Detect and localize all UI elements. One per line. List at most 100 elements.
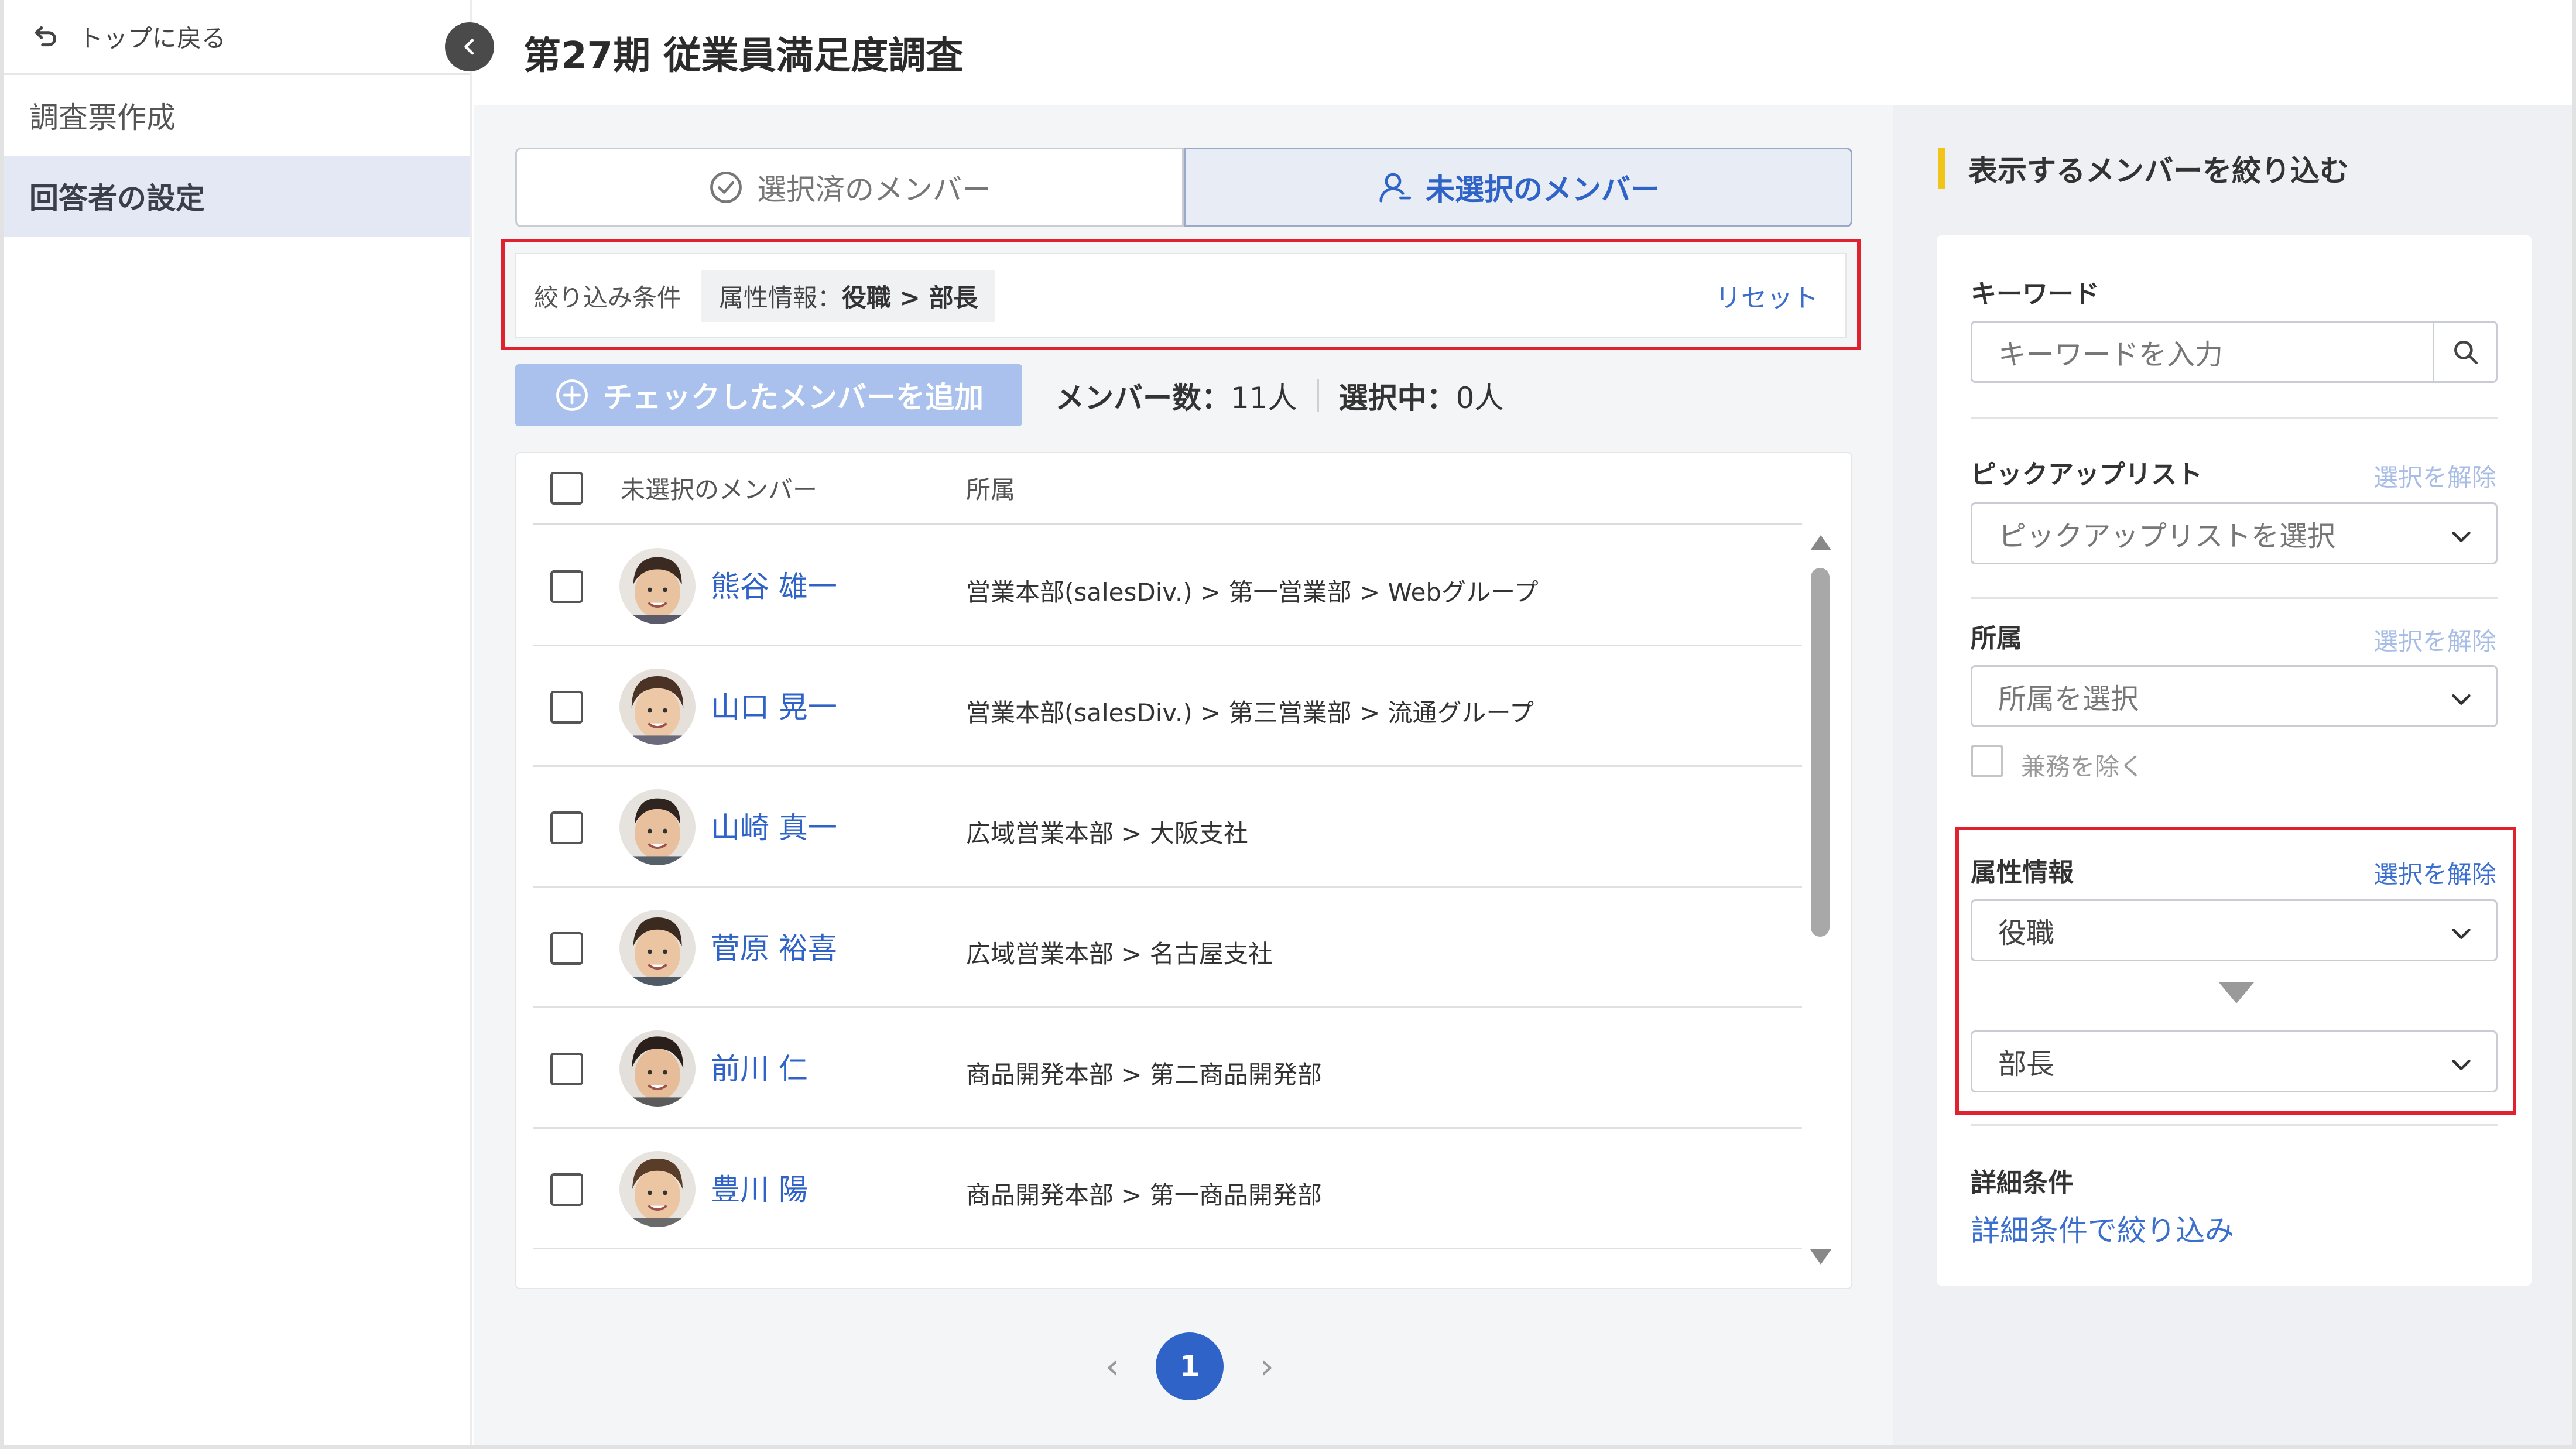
title-accent-bar	[1938, 148, 1945, 189]
member-dept: 商品開発本部 > 第一商品開発部	[966, 1181, 1322, 1210]
tab-selected-members[interactable]: 選択済のメンバー	[515, 148, 1184, 227]
table-row: 前川 仁 商品開発本部 > 第二商品開発部	[533, 1008, 1802, 1129]
sidebar: トップに戻る 調査票作成 回答者の設定	[4, 0, 472, 1445]
affiliation-placeholder: 所属を選択	[1998, 683, 2139, 715]
table-row: 熊谷 雄一 営業本部(salesDiv.) > 第一営業部 > Webグループ	[533, 526, 1802, 646]
exclude-concurrent-label: 兼務を除く	[2021, 752, 2145, 781]
header-name: 未選択のメンバー	[621, 475, 818, 504]
search-button[interactable]	[2433, 323, 2496, 381]
page-1-button[interactable]: 1	[1156, 1332, 1224, 1400]
affiliation-select[interactable]: 所属を選択	[1971, 665, 2498, 727]
attribute-highlight-box	[1955, 827, 2516, 1115]
chevron-down-icon	[2452, 531, 2471, 542]
divider	[1971, 597, 2498, 599]
sidebar-item-label: 回答者の設定	[29, 181, 205, 215]
member-count-label: メンバー数：	[1055, 381, 1231, 415]
picklist-select[interactable]: ピックアップリストを選択	[1971, 502, 2498, 564]
member-table: 未選択のメンバー 所属 熊谷 雄一 営業本部(salesDiv.) > 第一営業…	[515, 452, 1852, 1289]
undo-arrow-icon	[35, 26, 57, 47]
page-title: 第27期 従業員満足度調査	[523, 35, 964, 78]
affiliation-clear-link[interactable]: 選択を解除	[2373, 622, 2496, 657]
avatar	[619, 669, 696, 745]
back-label: トップに戻る	[78, 23, 227, 53]
member-name-link[interactable]: 山口 晃一	[711, 684, 837, 726]
row-checkbox[interactable]	[550, 691, 583, 724]
selected-count-value: 0人	[1455, 381, 1504, 415]
filter-panel: キーワード キーワードを入力 ピックアップリスト 選択を解除 ピックアップリスト…	[1937, 235, 2532, 1286]
avatar	[619, 548, 696, 624]
reset-link[interactable]: リセット	[1715, 277, 1818, 314]
table-header: 未選択のメンバー 所属	[533, 453, 1802, 525]
member-name-link[interactable]: 豊川 陽	[711, 1166, 808, 1208]
divider	[1971, 1124, 2498, 1126]
collapse-sidebar-button[interactable]	[445, 22, 494, 71]
row-checkbox[interactable]	[550, 1053, 583, 1085]
back-to-top-link[interactable]: トップに戻る	[4, 0, 470, 75]
row-checkbox[interactable]	[550, 811, 583, 844]
table-row: 豊川 陽 商品開発本部 > 第一商品開発部	[533, 1129, 1802, 1249]
add-checked-members-button[interactable]: チェックしたメンバーを追加	[515, 364, 1022, 426]
member-name-link[interactable]: 前川 仁	[711, 1046, 808, 1088]
sidebar-item-respondent-settings[interactable]: 回答者の設定	[4, 156, 470, 237]
picklist-placeholder: ピックアップリストを選択	[1998, 520, 2336, 553]
tab-label: 未選択のメンバー	[1426, 173, 1660, 207]
prev-page-button[interactable]: ‹	[1089, 1346, 1136, 1387]
affiliation-label: 所属	[1971, 624, 2022, 653]
divider	[1971, 417, 2498, 419]
avatar	[619, 1030, 696, 1107]
keyword-placeholder: キーワードを入力	[1998, 338, 2224, 371]
keyword-label: キーワード	[1971, 279, 2099, 309]
selected-count-label: 選択中：	[1338, 381, 1456, 415]
member-dept: 広域営業本部 > 大阪支社	[966, 819, 1248, 848]
member-count-value: 11人	[1231, 381, 1297, 415]
scrollbar-thumb[interactable]	[1811, 568, 1830, 937]
scroll-up-arrow[interactable]	[1810, 535, 1831, 550]
filter-conditions-bar: 絞り込み条件 属性情報：役職 > 部長 リセット	[515, 253, 1847, 338]
divider	[1317, 379, 1319, 412]
plus-circle-icon	[556, 379, 588, 411]
row-checkbox[interactable]	[550, 570, 583, 603]
header-dept: 所属	[966, 475, 1016, 504]
next-page-button[interactable]: ›	[1244, 1346, 1290, 1387]
sidebar-item-survey-create[interactable]: 調査票作成	[4, 75, 470, 156]
picklist-label: ピックアップリスト	[1971, 460, 2202, 489]
pagination: ‹ 1 ›	[1089, 1332, 1290, 1400]
detail-filter-link[interactable]: 詳細条件で絞り込み	[1971, 1207, 2234, 1249]
filter-label: 絞り込み条件	[534, 283, 682, 312]
avatar	[619, 910, 696, 986]
exclude-concurrent-checkbox[interactable]	[1971, 745, 2003, 777]
tab-unselected-members[interactable]: 未選択のメンバー	[1184, 148, 1852, 227]
filter-chip: 属性情報：役職 > 部長	[701, 269, 996, 322]
chevron-left-icon	[464, 39, 474, 55]
add-button-label: チェックしたメンバーを追加	[603, 381, 984, 415]
check-circle-icon	[710, 172, 742, 203]
search-icon	[2454, 341, 2478, 365]
member-dept: 営業本部(salesDiv.) > 第一営業部 > Webグループ	[966, 578, 1539, 607]
user-icon	[1379, 173, 1412, 203]
chevron-down-icon	[2452, 694, 2471, 705]
panel-title: 表示するメンバーを絞り込む	[1938, 148, 2349, 190]
filter-chip-value: 役職 > 部長	[842, 283, 978, 312]
member-name-link[interactable]: 山崎 真一	[711, 804, 837, 847]
tab-label: 選択済のメンバー	[757, 173, 991, 207]
member-name-link[interactable]: 菅原 裕喜	[711, 925, 837, 967]
member-tabs: 選択済のメンバー 未選択のメンバー	[515, 148, 1852, 227]
avatar	[619, 1151, 696, 1227]
scroll-down-arrow[interactable]	[1810, 1249, 1831, 1265]
filter-chip-prefix: 属性情報：	[719, 283, 842, 312]
member-name-link[interactable]: 熊谷 雄一	[711, 563, 837, 605]
member-dept: 営業本部(salesDiv.) > 第三営業部 > 流通グループ	[966, 698, 1534, 727]
sidebar-item-label: 調査票作成	[29, 101, 176, 135]
select-all-checkbox[interactable]	[550, 471, 583, 505]
member-counts: メンバー数： 11人 選択中： 0人	[1055, 375, 1503, 417]
keyword-input[interactable]: キーワードを入力	[1971, 321, 2498, 383]
table-body: 熊谷 雄一 営業本部(salesDiv.) > 第一営業部 > Webグループ …	[533, 526, 1802, 1249]
table-row: 山崎 真一 広域営業本部 > 大阪支社	[533, 767, 1802, 888]
detail-label: 詳細条件	[1971, 1168, 2074, 1198]
table-row: 山口 晃一 営業本部(salesDiv.) > 第三営業部 > 流通グループ	[533, 646, 1802, 767]
avatar	[619, 789, 696, 865]
row-checkbox[interactable]	[550, 1173, 583, 1206]
table-row: 菅原 裕喜 広域営業本部 > 名古屋支社	[533, 888, 1802, 1008]
row-checkbox[interactable]	[550, 932, 583, 965]
picklist-clear-link[interactable]: 選択を解除	[2373, 458, 2496, 494]
